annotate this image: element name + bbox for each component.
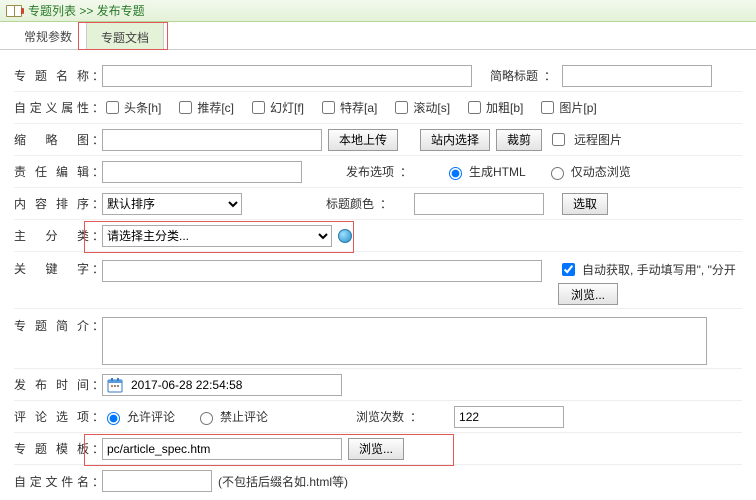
radio-dynonly[interactable]: 仅动态浏览: [546, 163, 631, 180]
attr-checkbox-1[interactable]: [179, 101, 192, 114]
autoget-label[interactable]: 自动获取, 手动填写用", "分开: [558, 260, 736, 279]
label-pubtime: 发布时间: [14, 376, 92, 393]
pubtime-input[interactable]: [127, 375, 341, 395]
label-attr: 自定义属性: [14, 99, 92, 116]
label-remote: 远程图片: [574, 131, 622, 148]
autoget-checkbox[interactable]: [562, 263, 575, 276]
attr-checkbox-6[interactable]: [541, 101, 554, 114]
label-short: 简略标题: [478, 67, 538, 84]
editor-input[interactable]: [102, 161, 302, 183]
label-thumb: 缩 略 图: [14, 131, 92, 148]
row-pubtime: 发布时间：: [14, 369, 742, 401]
row-editor: 责任编辑： 发布选项： 生成HTML 仅动态浏览: [14, 156, 742, 188]
template-input[interactable]: [102, 438, 342, 460]
attr-checkbox-3[interactable]: [322, 101, 335, 114]
radio-forbid-input[interactable]: [200, 412, 213, 425]
topic-name-input[interactable]: [102, 65, 472, 87]
maincat-select[interactable]: 请选择主分类...: [102, 225, 332, 247]
label-filename: 自定文件名: [14, 473, 92, 490]
breadcrumb: 专题列表 >> 发布专题: [28, 2, 145, 19]
globe-icon[interactable]: [338, 229, 352, 243]
row-sort: 内容排序： 默认排序 标题颜色： 选取: [14, 188, 742, 220]
crop-button[interactable]: 裁剪: [496, 129, 542, 151]
label-intro: 专题简介: [14, 317, 92, 334]
pubtime-group[interactable]: [102, 374, 342, 396]
radio-forbid-comment[interactable]: 禁止评论: [195, 408, 268, 425]
template-browse-button[interactable]: 浏览...: [348, 438, 404, 460]
attr-item-3[interactable]: 特荐[a]: [318, 98, 377, 117]
short-title-input[interactable]: [562, 65, 712, 87]
attr-item-5[interactable]: 加粗[b]: [464, 98, 523, 117]
radio-genhtml[interactable]: 生成HTML: [444, 163, 526, 180]
row-filename: 自定文件名： (不包括后缀名如.html等): [14, 465, 742, 497]
row-template: 专题模板： 浏览...: [14, 433, 742, 465]
keyword-input[interactable]: [102, 260, 542, 282]
book-icon: [6, 5, 22, 17]
label-titlecolor: 标题颜色: [314, 195, 374, 212]
label-views: 浏览次数: [344, 408, 404, 425]
site-select-button[interactable]: 站内选择: [420, 129, 490, 151]
row-comment: 评论选项： 允许评论 禁止评论 浏览次数：: [14, 401, 742, 433]
intro-textarea[interactable]: [102, 317, 707, 365]
attr-item-6[interactable]: 图片[p]: [537, 98, 596, 117]
thumb-input[interactable]: [102, 129, 322, 151]
label-pubopt: 发布选项: [334, 163, 394, 180]
row-maincat: 主分类： 请选择主分类...: [14, 220, 742, 252]
tabs: 常规参数 专题文档: [0, 22, 756, 50]
attr-item-2[interactable]: 幻灯[f]: [248, 98, 304, 117]
label-maincat: 主分类: [14, 227, 92, 244]
radio-allow-input[interactable]: [107, 412, 120, 425]
row-keyword: 关键字： 自动获取, 手动填写用", "分开 浏览...: [14, 252, 742, 309]
remote-image-checkbox[interactable]: [552, 133, 565, 146]
label-name: 专题名称: [14, 67, 92, 84]
label-template: 专题模板: [14, 440, 92, 457]
attr-checkbox-5[interactable]: [468, 101, 481, 114]
radio-allow-comment[interactable]: 允许评论: [102, 408, 175, 425]
tab-topic-doc[interactable]: 专题文档: [86, 22, 164, 50]
attr-checkbox-4[interactable]: [395, 101, 408, 114]
filename-input[interactable]: [102, 470, 212, 492]
calendar-icon[interactable]: [105, 375, 125, 395]
row-intro: 专题简介：: [14, 309, 742, 369]
label-editor: 责任编辑: [14, 163, 92, 180]
form: 专题名称： 简略标题： 自定义属性： 头条[h]推荐[c]幻灯[f]特荐[a]滚…: [0, 50, 756, 497]
attr-checkbox-0[interactable]: [106, 101, 119, 114]
attr-item-1[interactable]: 推荐[c]: [175, 98, 234, 117]
label-keyword: 关键字: [14, 260, 92, 277]
page-header: 专题列表 >> 发布专题: [0, 0, 756, 22]
tab-normal-params[interactable]: 常规参数: [10, 22, 86, 50]
filename-note: (不包括后缀名如.html等): [218, 473, 348, 490]
attr-item-0[interactable]: 头条[h]: [102, 98, 161, 117]
radio-dynonly-input[interactable]: [551, 167, 564, 180]
row-name: 专题名称： 简略标题：: [14, 60, 742, 92]
label-sort: 内容排序: [14, 195, 92, 212]
row-attrs: 自定义属性： 头条[h]推荐[c]幻灯[f]特荐[a]滚动[s]加粗[b]图片[…: [14, 92, 742, 124]
pick-color-button[interactable]: 选取: [562, 193, 608, 215]
sort-select[interactable]: 默认排序: [102, 193, 242, 215]
local-upload-button[interactable]: 本地上传: [328, 129, 398, 151]
titlecolor-input[interactable]: [414, 193, 544, 215]
radio-genhtml-input[interactable]: [449, 167, 462, 180]
attr-checkbox-2[interactable]: [252, 101, 265, 114]
views-input[interactable]: [454, 406, 564, 428]
row-thumb: 缩 略 图： 本地上传 站内选择 裁剪 远程图片: [14, 124, 742, 156]
attr-item-4[interactable]: 滚动[s]: [391, 98, 450, 117]
label-comment: 评论选项: [14, 408, 92, 425]
keyword-browse-button[interactable]: 浏览...: [558, 283, 618, 305]
